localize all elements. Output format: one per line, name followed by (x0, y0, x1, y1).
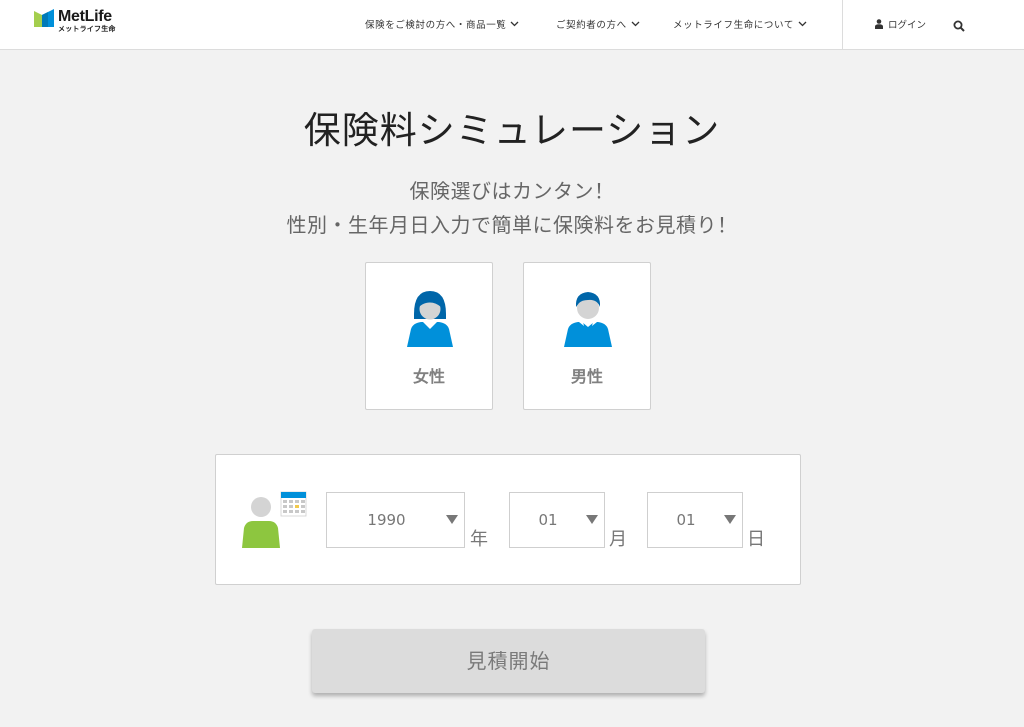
birth-year-unit: 年 (470, 529, 488, 550)
caret-down-icon (446, 515, 458, 524)
birthdate-panel: 1990 年 01 月 01 日 (215, 454, 801, 585)
gender-label-female: 女性 (412, 367, 445, 386)
login-label: ログイン (888, 20, 927, 31)
page-subtitle: 保険選びはカンタン！ 性別・生年月日入力で簡単に保険料をお見積り！ (0, 174, 1024, 242)
gender-option-female[interactable]: 女性 (365, 262, 493, 410)
birth-month-unit: 月 (609, 529, 627, 550)
birth-month-select[interactable]: 01 (509, 492, 605, 548)
metlife-logo[interactable]: MetLife メットライフ生命 (34, 9, 116, 39)
gender-label-male: 男性 (570, 367, 603, 386)
chevron-down-icon (798, 21, 807, 27)
nav-item-products[interactable]: 保険をご検討の方へ・商品一覧 (365, 17, 519, 31)
birth-day-select[interactable]: 01 (647, 492, 743, 548)
nav-item-about[interactable]: メットライフ生命について (673, 17, 807, 31)
start-estimate-button[interactable]: 見積開始 (312, 629, 705, 693)
caret-down-icon (586, 515, 598, 524)
chevron-down-icon (510, 21, 519, 27)
caret-down-icon (724, 515, 736, 524)
subtitle-line-2: 性別・生年月日入力で簡単に保険料をお見積り！ (286, 213, 738, 237)
metlife-logo-icon (34, 9, 54, 27)
birth-year-select[interactable]: 1990 (326, 492, 465, 548)
birth-year-value: 1990 (367, 511, 406, 529)
gender-option-male[interactable]: 男性 (523, 262, 651, 410)
nav-item-label: メットライフ生命について (673, 20, 794, 31)
search-button[interactable] (953, 17, 965, 36)
female-avatar-icon (407, 291, 453, 347)
brand-subname: メットライフ生命 (58, 25, 116, 33)
nav-divider (842, 0, 843, 50)
nav-item-policyholders[interactable]: ご契約者の方へ (556, 17, 640, 31)
site-header: MetLife メットライフ生命 保険をご検討の方へ・商品一覧 ご契約者の方へ … (0, 0, 1024, 50)
chevron-down-icon (631, 21, 640, 27)
nav-item-label: ご契約者の方へ (556, 20, 627, 31)
brand-name: MetLife (58, 8, 112, 25)
person-icon (875, 19, 883, 29)
page-title: 保険料シミュレーション (303, 109, 721, 152)
subtitle-line-1: 保険選びはカンタン！ (409, 179, 615, 203)
search-icon (953, 20, 965, 32)
login-link[interactable]: ログイン (875, 17, 926, 31)
person-calendar-icon (242, 491, 307, 548)
birth-day-unit: 日 (747, 529, 765, 550)
nav-item-label: 保険をご検討の方へ・商品一覧 (365, 20, 507, 31)
male-avatar-icon (564, 292, 612, 347)
